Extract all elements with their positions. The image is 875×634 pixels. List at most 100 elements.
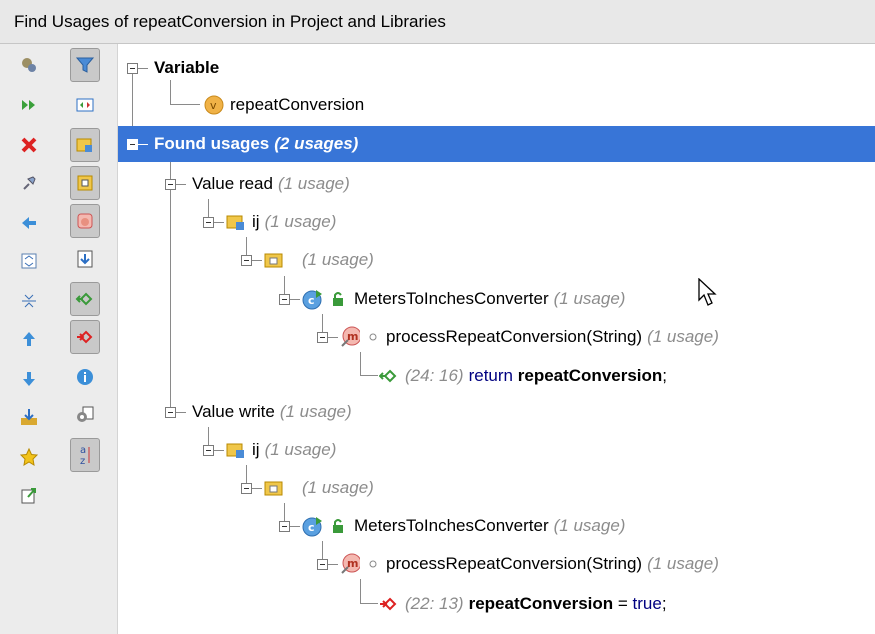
find-usages-titlebar: Find Usages of repeatConversion in Proje… [0,0,875,44]
collapse-toggle[interactable] [203,216,214,228]
group-by-package-icon[interactable] [70,166,100,200]
expand-all-next-icon[interactable] [14,90,44,120]
collapse-toggle[interactable] [165,406,176,418]
tree-node-value-write[interactable]: Value write (1 usage) [165,394,352,430]
export-icon[interactable] [14,402,44,432]
filter-icon[interactable] [70,48,100,82]
public-access-icon [328,289,348,309]
collapse-toggle[interactable] [127,138,138,150]
code-end: ; [662,366,668,385]
tree-node-usage-write[interactable]: (22: 13) repeatConversion = true; [379,586,667,622]
favorites-icon[interactable] [14,442,44,472]
collapse-toggle[interactable] [165,178,176,190]
tree-node-package[interactable]: (1 usage) [241,470,374,506]
method-count: (1 usage) [647,327,719,346]
svg-text:c: c [308,521,315,534]
module-count: (1 usage) [264,212,337,231]
tree-node-found-usages[interactable]: Found usages (2 usages) [118,126,875,162]
info-icon[interactable] [70,362,100,392]
write-access-icon [379,594,399,614]
close-icon[interactable] [14,130,44,160]
variable-name: repeatConversion [230,95,365,114]
collapse-toggle[interactable] [317,331,328,343]
svg-text:z: z [80,456,85,467]
tree-node-method[interactable]: m processRepeatConversion(String) (1 usa… [317,319,719,355]
group-by-method-icon[interactable] [70,204,100,238]
autoscroll-icon[interactable] [70,244,100,274]
package-private-icon [366,327,380,347]
method-icon: m [340,326,360,347]
svg-text:m: m [347,330,358,343]
collapse-toggle[interactable] [279,520,290,532]
pin-icon[interactable] [14,168,44,198]
public-access-icon [328,516,348,536]
class-icon: c [302,516,322,537]
move-down-icon[interactable] [14,364,44,394]
tree-node-usage-read[interactable]: (24: 16) return repeatConversion; [379,358,667,394]
method-count: (1 usage) [647,554,719,573]
tree-node-variable[interactable]: Variable [127,50,219,86]
usage-location: (24: 16) [405,366,464,385]
collapse-toggle[interactable] [241,254,252,266]
tree-node-class[interactable]: c MetersToInchesConverter (1 usage) [279,508,625,544]
tree-node-module[interactable]: ij (1 usage) [203,204,336,240]
collapse-all-icon[interactable] [14,286,44,316]
code-keyword: true [632,594,662,613]
value-write-label: Value write [192,402,275,421]
code-operator: = [613,594,633,613]
svg-text:v: v [210,99,217,112]
collapse-toggle[interactable] [241,482,252,494]
rerun-icon[interactable] [14,50,44,80]
code-variable: repeatConversion [517,366,663,385]
tree-node-package[interactable]: (1 usage) [241,242,374,278]
class-name: MetersToInchesConverter [354,516,549,535]
collapse-toggle[interactable] [317,558,328,570]
tree-node-value-read[interactable]: Value read (1 usage) [165,166,350,202]
settings-icon[interactable] [70,400,100,430]
module-icon [226,440,246,460]
method-name: processRepeatConversion(String) [386,327,643,346]
left-toolbar: az [0,44,118,634]
group-by-module-icon[interactable] [70,128,100,162]
found-usages-label: Found usages [154,134,270,153]
module-name: ij [252,440,260,459]
tree-node-class[interactable]: c MetersToInchesConverter (1 usage) [279,281,625,317]
window-title: Find Usages of repeatConversion in Proje… [14,12,446,31]
collapse-toggle[interactable] [203,444,214,456]
value-read-count: (1 usage) [277,174,350,193]
package-icon [264,478,284,498]
value-write-count: (1 usage) [279,402,352,421]
expand-all-icon[interactable] [14,246,44,276]
svg-text:m: m [347,557,358,570]
tree-node-module[interactable]: ij (1 usage) [203,432,336,468]
previous-occurrence-icon[interactable] [14,208,44,238]
svg-text:a: a [80,445,86,456]
usages-tree: Variable v repeatConversion Found usages… [118,44,875,634]
show-read-access-icon[interactable] [70,282,100,316]
tree-node-variable-item[interactable]: v repeatConversion [204,87,364,123]
move-up-icon[interactable] [14,324,44,354]
class-name: MetersToInchesConverter [354,289,549,308]
code-keyword: return [468,366,514,385]
read-access-icon [379,366,399,386]
variable-group-label: Variable [154,58,220,77]
package-count: (1 usage) [302,478,374,497]
show-write-access-icon[interactable] [70,320,100,354]
package-private-icon [366,554,380,574]
collapse-toggle[interactable] [279,293,290,305]
svg-text:c: c [308,294,315,307]
tree-node-method[interactable]: m processRepeatConversion(String) (1 usa… [317,546,719,582]
sort-alpha-icon[interactable]: az [70,438,100,472]
variable-icon: v [204,95,224,115]
code-variable: repeatConversion [468,594,614,613]
module-name: ij [252,212,260,231]
collapse-toggle[interactable] [127,62,138,74]
preview-icon[interactable] [70,90,100,120]
package-icon [264,250,284,270]
package-count: (1 usage) [302,250,374,269]
jump-to-source-icon[interactable] [14,480,44,510]
class-icon: c [302,289,322,310]
module-icon [226,212,246,232]
class-count: (1 usage) [553,289,626,308]
module-count: (1 usage) [264,440,337,459]
